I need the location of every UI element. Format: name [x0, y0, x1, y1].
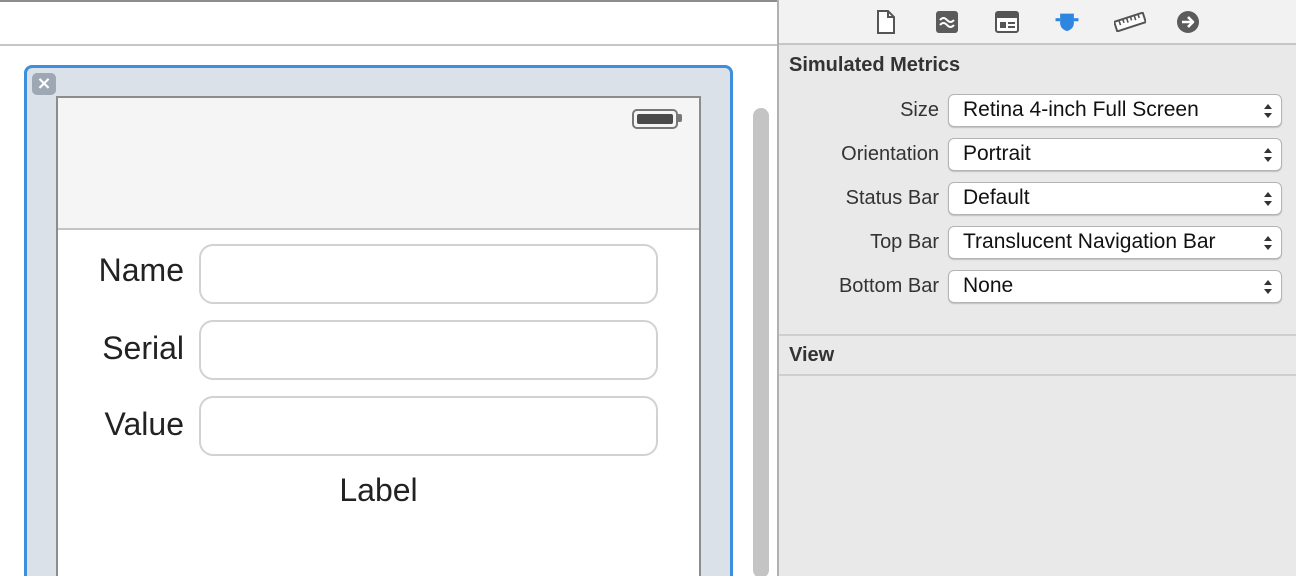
orientation-label: Orientation: [841, 143, 939, 165]
device-view[interactable]: Name Serial Value Label: [56, 96, 701, 576]
size-popup[interactable]: Retina 4-inch Full Screen: [948, 94, 1282, 127]
value-label[interactable]: Value: [34, 406, 184, 443]
top-bar-value: Translucent Navigation Bar: [963, 230, 1216, 253]
attributes-icon[interactable]: [1054, 9, 1080, 35]
name-text-field[interactable]: [199, 244, 658, 304]
inspector-panel: Simulated Metrics Size Retina 4-inch Ful…: [777, 0, 1296, 576]
status-bar-popup[interactable]: Default: [948, 182, 1282, 215]
bottom-bar-value: None: [963, 274, 1014, 297]
popup-arrows-icon: [1264, 104, 1272, 118]
status-bar-label: Status Bar: [845, 187, 939, 209]
popup-arrows-icon: [1264, 236, 1272, 250]
storyboard-canvas[interactable]: × Name Serial Value Label: [0, 0, 777, 576]
scrollbar-thumb[interactable]: [753, 108, 769, 576]
popup-arrows-icon: [1264, 148, 1272, 162]
quick-help-icon[interactable]: [934, 9, 960, 35]
section-divider: [779, 374, 1296, 376]
battery-icon: [632, 109, 678, 129]
battery-tip: [678, 114, 682, 122]
size-icon[interactable]: [1113, 9, 1147, 35]
name-label[interactable]: Name: [34, 252, 184, 289]
size-value: Retina 4-inch Full Screen: [963, 98, 1199, 121]
size-label: Size: [900, 99, 939, 121]
bottom-bar-label: Bottom Bar: [838, 275, 939, 297]
navigation-bar[interactable]: [58, 98, 699, 230]
popup-arrows-icon: [1264, 192, 1272, 206]
view-section-header: View: [789, 344, 835, 366]
close-icon[interactable]: ×: [32, 73, 56, 95]
top-bar-popup[interactable]: Translucent Navigation Bar: [948, 226, 1282, 259]
inspector-toolbar: [779, 0, 1296, 45]
identity-icon[interactable]: [994, 9, 1020, 35]
top-bar-label: Top Bar: [870, 231, 939, 253]
serial-text-field[interactable]: [199, 320, 658, 380]
value-text-field[interactable]: [199, 396, 658, 456]
window-top-border: [0, 0, 777, 2]
bottom-bar-popup[interactable]: None: [948, 270, 1282, 303]
connections-icon[interactable]: [1175, 9, 1201, 35]
jump-bar-separator: [0, 44, 777, 46]
date-label[interactable]: Label: [58, 472, 699, 509]
serial-label[interactable]: Serial: [34, 330, 184, 367]
section-divider: [779, 334, 1296, 336]
simulated-metrics-header: Simulated Metrics: [789, 54, 961, 76]
orientation-value: Portrait: [963, 142, 1031, 165]
status-bar-value: Default: [963, 186, 1030, 209]
popup-arrows-icon: [1264, 280, 1272, 294]
file-icon[interactable]: [873, 9, 899, 35]
orientation-popup[interactable]: Portrait: [948, 138, 1282, 171]
